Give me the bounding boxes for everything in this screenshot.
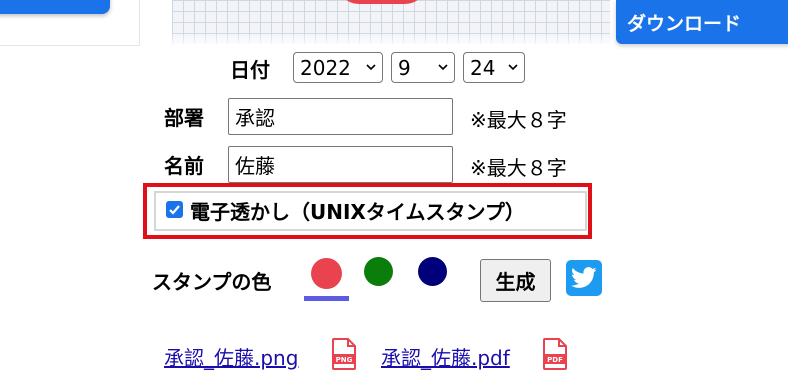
twitter-share-button[interactable] [566, 260, 602, 296]
download-button[interactable]: ダウンロード [616, 0, 788, 44]
stamp-color-label: スタンプの色 [152, 270, 272, 294]
pdf-download-link[interactable]: 承認_佐藤.pdf [381, 342, 510, 371]
name-label: 名前 [164, 154, 204, 178]
png-badge-text: PNG [336, 356, 353, 364]
color-option-navy[interactable] [418, 257, 447, 286]
year-select-value: 2022 [300, 55, 351, 80]
selected-color-indicator [304, 296, 349, 301]
twitter-icon [571, 267, 597, 288]
day-select-value: 24 [470, 55, 496, 80]
pdf-badge-text: PDF [547, 356, 563, 364]
watermark-label[interactable]: 電子透かし（UNIXタイムスタンプ） [190, 196, 525, 225]
stamp-preview [172, 0, 610, 44]
left-blue-button[interactable] [0, 0, 110, 14]
chevron-down-icon [366, 64, 376, 71]
month-select[interactable]: 9 [391, 52, 455, 83]
month-select-value: 9 [398, 55, 411, 80]
generate-button[interactable]: 生成 [480, 259, 551, 302]
png-file-icon[interactable]: PNG [331, 338, 357, 370]
download-button-label: ダウンロード [627, 12, 742, 35]
department-input[interactable] [228, 98, 453, 135]
generate-button-label: 生成 [495, 270, 536, 294]
color-option-red[interactable] [311, 258, 342, 289]
color-option-green[interactable] [364, 257, 393, 286]
checkbox-check-icon [169, 205, 180, 215]
department-label: 部署 [164, 106, 204, 130]
date-label: 日付 [230, 58, 270, 82]
chevron-down-icon [438, 64, 448, 71]
chevron-down-icon [508, 64, 518, 71]
year-select[interactable]: 2022 [293, 52, 383, 83]
watermark-checkbox[interactable] [166, 201, 183, 218]
stamp-preview-shape [337, 0, 427, 4]
png-download-link[interactable]: 承認_佐藤.png [164, 342, 298, 371]
name-note: ※最大８字 [470, 156, 567, 180]
name-input[interactable] [228, 146, 453, 183]
pdf-file-icon[interactable]: PDF [542, 338, 568, 370]
department-note: ※最大８字 [470, 108, 567, 132]
day-select[interactable]: 24 [463, 52, 525, 83]
